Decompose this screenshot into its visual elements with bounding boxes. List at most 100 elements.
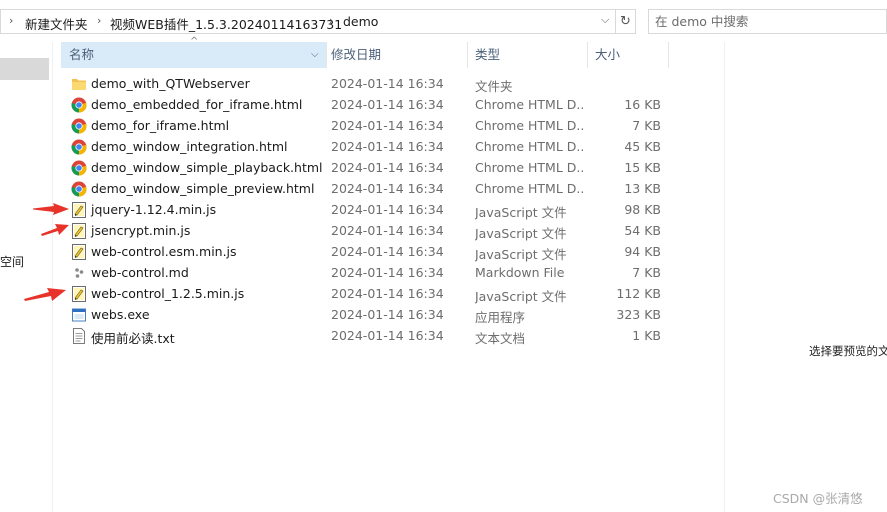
file-name: jsencrypt.min.js (91, 223, 191, 238)
column-header-name-label: 名称 (69, 47, 95, 62)
column-header-size-label: 大小 (595, 47, 621, 62)
exe-file-icon (71, 307, 87, 323)
file-name: 使用前必读.txt (91, 331, 175, 346)
text-file-icon (71, 328, 87, 344)
file-size: 323 KB (616, 307, 661, 322)
annotation-arrow (33, 203, 69, 215)
file-modified-date: 2024-01-14 16:34 (331, 97, 444, 112)
file-row[interactable]: demo_for_iframe.html 2024-01-14 16:34 Chro… (61, 116, 671, 137)
chevron-down-icon[interactable]: ⌵ (311, 42, 319, 68)
column-header-type[interactable]: 类型 (467, 42, 587, 68)
file-modified-date: 2024-01-14 16:34 (331, 76, 444, 91)
file-size: 45 KB (624, 139, 661, 154)
markdown-file-icon (71, 265, 87, 281)
file-row[interactable]: demo_window_simple_preview.html 2024-01-1… (61, 179, 671, 200)
preview-message: 选择要预览的文 (809, 344, 887, 358)
column-header-type-label: 类型 (475, 47, 501, 62)
file-row[interactable]: 使用前必读.txt 2024-01-14 16:34 文本文档 1 KB (61, 326, 671, 347)
file-name: web-control.esm.min.js (91, 244, 237, 259)
javascript-file-icon (71, 286, 87, 302)
file-modified-date: 2024-01-14 16:34 (331, 265, 444, 280)
file-size: 15 KB (624, 160, 661, 175)
sort-up-icon: ^ (190, 36, 199, 47)
file-type: Chrome HTML D... (475, 181, 583, 196)
refresh-button[interactable]: ↻ (616, 9, 636, 34)
file-type: 应用程序 (475, 310, 526, 325)
file-modified-date: 2024-01-14 16:34 (331, 223, 444, 238)
file-modified-date: 2024-01-14 16:34 (331, 307, 444, 322)
file-row[interactable]: web-control_1.2.5.min.js 2024-01-14 16:34… (61, 284, 671, 305)
file-type: Chrome HTML D... (475, 160, 583, 175)
file-row[interactable]: demo_embedded_for_iframe.html 2024-01-14 … (61, 95, 671, 116)
file-type: JavaScript 文件 (475, 247, 567, 262)
file-type: Chrome HTML D... (475, 139, 583, 154)
file-name: demo_window_simple_playback.html (91, 160, 323, 175)
column-divider[interactable] (668, 42, 669, 68)
search-box[interactable] (648, 9, 887, 34)
breadcrumb-item-demo[interactable]: demo (343, 14, 378, 29)
file-size: 94 KB (624, 244, 661, 259)
refresh-icon: ↻ (620, 14, 631, 29)
file-row[interactable]: web-control.md 2024-01-14 16:34 Markdown F… (61, 263, 671, 284)
file-name: demo_window_integration.html (91, 139, 288, 154)
file-type: Markdown File (475, 265, 565, 280)
file-name: web-control_1.2.5.min.js (91, 286, 245, 301)
javascript-file-icon (71, 202, 87, 218)
chrome-html-icon (71, 139, 87, 155)
file-row[interactable]: jsencrypt.min.js 2024-01-14 16:34 JavaScri… (61, 221, 671, 242)
file-size: 7 KB (632, 265, 661, 280)
chevron-right-icon[interactable]: › (9, 14, 13, 27)
annotation-arrow (41, 224, 69, 236)
file-modified-date: 2024-01-14 16:34 (331, 202, 444, 217)
folder-icon (71, 76, 87, 92)
file-name: jquery-1.12.4.min.js (91, 202, 217, 217)
file-size: 7 KB (632, 118, 661, 133)
file-row[interactable]: demo_window_simple_playback.html 2024-01-… (61, 158, 671, 179)
search-input[interactable] (655, 11, 875, 32)
file-name: demo_for_iframe.html (91, 118, 230, 133)
nav-divider (52, 42, 53, 512)
file-size: 54 KB (624, 223, 661, 238)
breadcrumb-item-plugin[interactable]: 视频WEB插件_1.5.3.20240114163731 (110, 14, 342, 33)
file-modified-date: 2024-01-14 16:34 (331, 181, 444, 196)
chrome-html-icon (71, 97, 87, 113)
file-row[interactable]: jquery-1.12.4.min.js 2024-01-14 16:34 Java… (61, 200, 671, 221)
chevron-right-icon[interactable]: › (97, 14, 101, 27)
file-row[interactable]: demo_window_integration.html 2024-01-14 1… (61, 137, 671, 158)
file-type: JavaScript 文件 (475, 289, 567, 304)
address-bar[interactable]: › 新建文件夹 › 视频WEB插件_1.5.3.20240114163731 ›… (0, 9, 616, 34)
file-type: Chrome HTML D... (475, 118, 583, 133)
file-modified-date: 2024-01-14 16:34 (331, 118, 444, 133)
file-size: 1 KB (632, 328, 661, 343)
nav-selected-item[interactable] (0, 58, 49, 80)
breadcrumb-item-folder[interactable]: 新建文件夹 (25, 14, 88, 33)
file-size: 13 KB (624, 181, 661, 196)
column-header-date[interactable]: 修改日期 (323, 42, 466, 68)
file-name: demo_with_QTWebserver (91, 76, 250, 91)
chrome-html-icon (71, 181, 87, 197)
file-name: web-control.md (91, 265, 189, 280)
chevron-down-icon[interactable]: ⌵ (601, 13, 609, 27)
file-name: demo_embedded_for_iframe.html (91, 97, 303, 112)
file-name: demo_window_simple_preview.html (91, 181, 315, 196)
chrome-html-icon (71, 118, 87, 134)
file-modified-date: 2024-01-14 16:34 (331, 139, 444, 154)
file-type: 文件夹 (475, 79, 513, 94)
file-modified-date: 2024-01-14 16:34 (331, 286, 444, 301)
file-modified-date: 2024-01-14 16:34 (331, 244, 444, 259)
file-size: 98 KB (624, 202, 661, 217)
watermark: CSDN @张清悠 (773, 491, 863, 506)
column-header-size[interactable]: 大小 (587, 42, 667, 68)
file-row[interactable]: demo_with_QTWebserver 2024-01-14 16:34 文件夹 (61, 74, 671, 95)
file-size: 112 KB (616, 286, 661, 301)
file-row[interactable]: webs.exe 2024-01-14 16:34 应用程序 323 KB (61, 305, 671, 326)
javascript-file-icon (71, 223, 87, 239)
nav-item-label[interactable]: 空间 (0, 253, 24, 270)
file-type: Chrome HTML D... (475, 97, 583, 112)
javascript-file-icon (71, 244, 87, 260)
chevron-right-icon[interactable]: › (329, 14, 333, 27)
preview-divider (724, 42, 725, 512)
file-row[interactable]: web-control.esm.min.js 2024-01-14 16:34 Ja… (61, 242, 671, 263)
annotation-arrow (24, 288, 66, 301)
chrome-html-icon (71, 160, 87, 176)
